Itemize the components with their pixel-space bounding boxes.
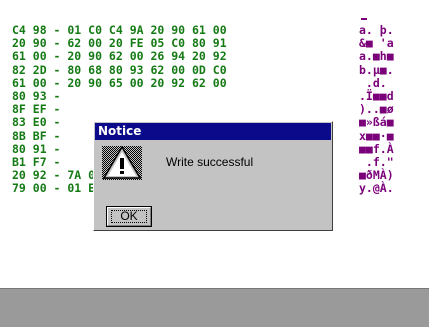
ok-button[interactable]: OK: [106, 206, 152, 227]
ascii-row: a.■h■: [359, 49, 394, 64]
ascii-row: .d.: [359, 75, 394, 90]
hex-row: 61 00 - 20 90 65 00 20 92 62 00: [12, 75, 227, 90]
ok-button-label: OK: [120, 209, 138, 223]
ascii-row: x■■·■: [359, 128, 394, 143]
ascii-row: ■»ßá■: [359, 115, 394, 130]
ascii-row: b.µ■.: [359, 62, 394, 77]
dialog-message: Write successful: [166, 155, 254, 169]
dialog-title: Notice: [98, 124, 142, 138]
warning-icon: [102, 146, 142, 180]
ascii-cursor-mark: [361, 18, 367, 20]
status-bar: [0, 288, 429, 327]
ascii-row: y.@À.: [359, 181, 394, 196]
hex-row: 61 00 - 20 90 62 00 26 94 20 92: [12, 49, 227, 64]
ascii-row: ■■f.À: [359, 141, 394, 156]
dialog-title-bar[interactable]: Notice: [95, 123, 331, 140]
hex-row: 82 2D - 80 68 80 93 62 00 0D C0: [12, 62, 227, 77]
notice-dialog: Notice Write successful OK: [93, 121, 333, 231]
ascii-char-column: a. þ. &■ 'a a.■h■ b.µ■. .d. .Ï■■d)..■ø ■»ßá■…: [359, 24, 429, 195]
